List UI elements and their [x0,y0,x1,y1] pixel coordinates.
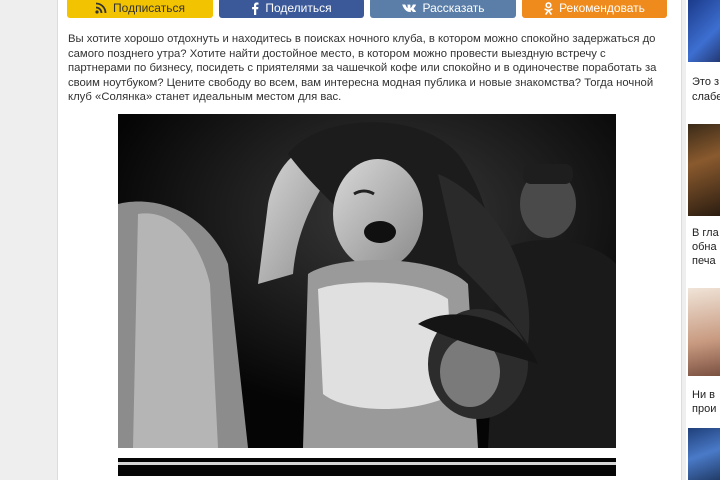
news-title-line: печа [692,255,716,267]
sidebar-news-item-1[interactable]: Это з слабе [686,0,720,108]
ok-share-button[interactable]: Рекомендовать [522,0,667,18]
news-title-line: Это з [692,76,720,88]
news-title-line: Ни в [692,389,715,401]
news-title-line: В гла [692,227,719,239]
facebook-share-label: Поделиться [265,1,332,15]
article-intro-text: Вы хотите хорошо отдохнуть и находитесь … [68,33,657,103]
sidebar-news-item-4[interactable] [686,428,720,480]
news-thumbnail [688,428,720,480]
subscribe-label: Подписаться [113,1,185,15]
news-thumbnail [688,124,720,216]
facebook-icon [251,2,259,15]
photo-2-edge [118,462,616,465]
subscribe-button[interactable]: Подписаться [67,0,213,18]
news-title-line: прои [692,403,717,415]
rss-icon [95,2,107,14]
sidebar-news-item-3[interactable]: Ни в прои [686,284,720,420]
dancing-woman-photo [118,114,616,448]
facebook-share-button[interactable]: Поделиться [219,0,364,18]
article-photo [118,114,616,448]
article-photo-2 [118,455,616,476]
vk-share-button[interactable]: Рассказать [370,0,516,18]
news-title-line: слабе [692,91,720,103]
vk-icon [401,4,417,13]
news-title-line: обна [692,241,717,253]
sidebar-news: Это з слабе В гла обна печа Ни в прои [686,0,720,480]
news-thumbnail [688,0,720,62]
news-thumbnail [688,288,720,376]
sidebar-news-item-2[interactable]: В гла обна печа [686,124,720,274]
odnoklassniki-icon [544,1,553,15]
vk-share-label: Рассказать [422,1,485,15]
ok-share-label: Рекомендовать [559,1,645,15]
